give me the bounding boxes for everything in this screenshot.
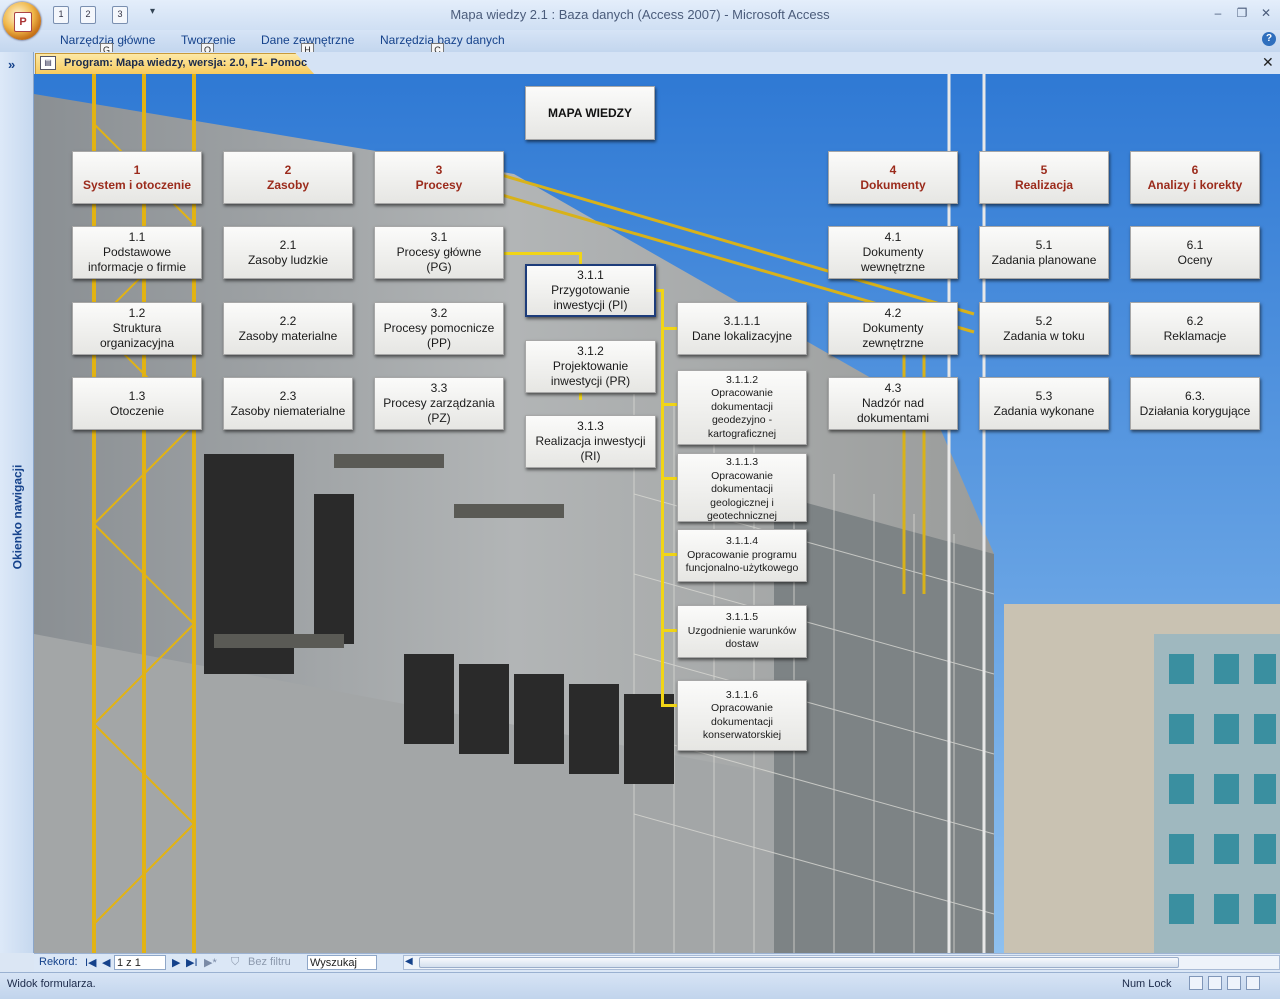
nav-pane-expand-button[interactable]: » <box>8 57 15 72</box>
item-3-1-1-3-button[interactable]: 3.1.1.3 Opracowanie dokumentacji geologi… <box>677 453 807 522</box>
item-1-3-button[interactable]: 1.3 Otoczenie <box>72 377 202 430</box>
form-icon: ▤ <box>40 56 56 70</box>
item-3-1-button[interactable]: 3.1 Procesy główne (PG) <box>374 226 504 279</box>
new-record-button[interactable]: ▶* <box>204 956 217 969</box>
section-realization-button[interactable]: 5 Realizacja <box>979 151 1109 204</box>
section-system-button[interactable]: 1 System i otoczenie <box>72 151 202 204</box>
item-5-3-button[interactable]: 5.3 Zadania wykonane <box>979 377 1109 430</box>
item-3-1-1-button[interactable]: 3.1.1 Przygotowanie inwestycji (PI) <box>525 264 656 317</box>
item-2-1-button[interactable]: 2.1 Zasoby ludzkie <box>223 226 353 279</box>
item-3-1-3-button[interactable]: 3.1.3 Realizacja inwestycji (RI) <box>525 415 656 468</box>
item-3-1-1-6-button[interactable]: 3.1.1.6 Opracowanie dokumentacji konserw… <box>677 680 807 751</box>
section-processes-button[interactable]: 3 Procesy <box>374 151 504 204</box>
form-view-icon[interactable] <box>1189 976 1203 990</box>
scroll-left-button[interactable]: ◀ <box>405 956 413 967</box>
status-bar <box>0 972 1280 999</box>
document-tab-label: Program: Mapa wiedzy, wersja: 2.0, F1- P… <box>64 57 308 69</box>
item-4-3-button[interactable]: 4.3 Nadzór nad dokumentami <box>828 377 958 430</box>
next-record-button[interactable]: ▶ <box>172 956 180 969</box>
office-logo-icon: P <box>14 12 32 32</box>
first-record-button[interactable]: I◀ <box>85 956 97 969</box>
record-label: Rekord: <box>39 956 78 968</box>
datasheet-view-icon[interactable] <box>1208 976 1222 990</box>
item-3-2-button[interactable]: 3.2 Procesy pomocnicze (PP) <box>374 302 504 355</box>
item-3-1-1-4-button[interactable]: 3.1.1.4 Opracowanie programu funcjonalno… <box>677 529 807 582</box>
item-6-2-button[interactable]: 6.2 Reklamacje <box>1130 302 1260 355</box>
restore-button[interactable]: ❐ <box>1233 4 1251 22</box>
close-window-button[interactable]: ✕ <box>1257 4 1275 22</box>
window-title: Mapa wiedzy 2.1 : Baza danych (Access 20… <box>450 7 830 22</box>
item-2-2-button[interactable]: 2.2 Zasoby materialne <box>223 302 353 355</box>
previous-record-button[interactable]: ◀ <box>102 956 110 969</box>
item-5-1-button[interactable]: 5.1 Zadania planowane <box>979 226 1109 279</box>
item-3-1-2-button[interactable]: 3.1.2 Projektowanie inwestycji (PR) <box>525 340 656 393</box>
item-3-1-1-5-button[interactable]: 3.1.1.5 Uzgodnienie warunków dostaw <box>677 605 807 658</box>
search-input[interactable]: Wyszukaj <box>307 955 377 970</box>
current-record-field[interactable]: 1 z 1 <box>114 955 166 970</box>
item-1-2-button[interactable]: 1.2 Struktura organizacyjna <box>72 302 202 355</box>
section-documents-button[interactable]: 4 Dokumenty <box>828 151 958 204</box>
office-button[interactable]: P <box>3 2 41 40</box>
form-canvas: MAPA WIEDZY 1 System i otoczenie 2 Zasob… <box>34 74 1280 953</box>
scrollbar-thumb[interactable] <box>419 957 1179 968</box>
filter-icon: ⛉ <box>231 956 240 968</box>
last-record-button[interactable]: ▶I <box>186 956 198 969</box>
layout-view-icon[interactable] <box>1227 976 1241 990</box>
item-3-1-1-1-button[interactable]: 3.1.1.1 Dane lokalizacyjne <box>677 302 807 355</box>
filter-toggle-button[interactable]: Bez filtru <box>248 956 291 968</box>
item-6-3-button[interactable]: 6.3. Działania korygujące <box>1130 377 1260 430</box>
item-4-1-button[interactable]: 4.1 Dokumenty wewnętrzne <box>828 226 958 279</box>
item-4-2-button[interactable]: 4.2 Dokumenty zewnętrzne <box>828 302 958 355</box>
item-3-1-1-2-button[interactable]: 3.1.1.2 Opracowanie dokumentacji geodezy… <box>677 370 807 445</box>
status-text: Widok formularza. <box>7 978 96 990</box>
map-title-button[interactable]: MAPA WIEDZY <box>525 86 655 140</box>
item-2-3-button[interactable]: 2.3 Zasoby niematerialne <box>223 377 353 430</box>
section-resources-button[interactable]: 2 Zasoby <box>223 151 353 204</box>
item-5-2-button[interactable]: 5.2 Zadania w toku <box>979 302 1109 355</box>
section-analysis-button[interactable]: 6 Analizy i korekty <box>1130 151 1260 204</box>
item-6-1-button[interactable]: 6.1 Oceny <box>1130 226 1260 279</box>
help-icon[interactable]: ? <box>1262 32 1276 46</box>
item-3-3-button[interactable]: 3.3 Procesy zarządzania (PZ) <box>374 377 504 430</box>
item-1-1-button[interactable]: 1.1 Podstawowe informacje o firmie <box>72 226 202 279</box>
design-view-icon[interactable] <box>1246 976 1260 990</box>
construction-site-photo <box>34 74 1280 953</box>
minimize-button[interactable]: – <box>1209 4 1227 22</box>
num-lock-indicator: Num Lock <box>1122 978 1172 990</box>
close-document-button[interactable]: ✕ <box>1262 54 1274 71</box>
nav-pane-label[interactable]: Okienko nawigacji <box>11 460 25 575</box>
